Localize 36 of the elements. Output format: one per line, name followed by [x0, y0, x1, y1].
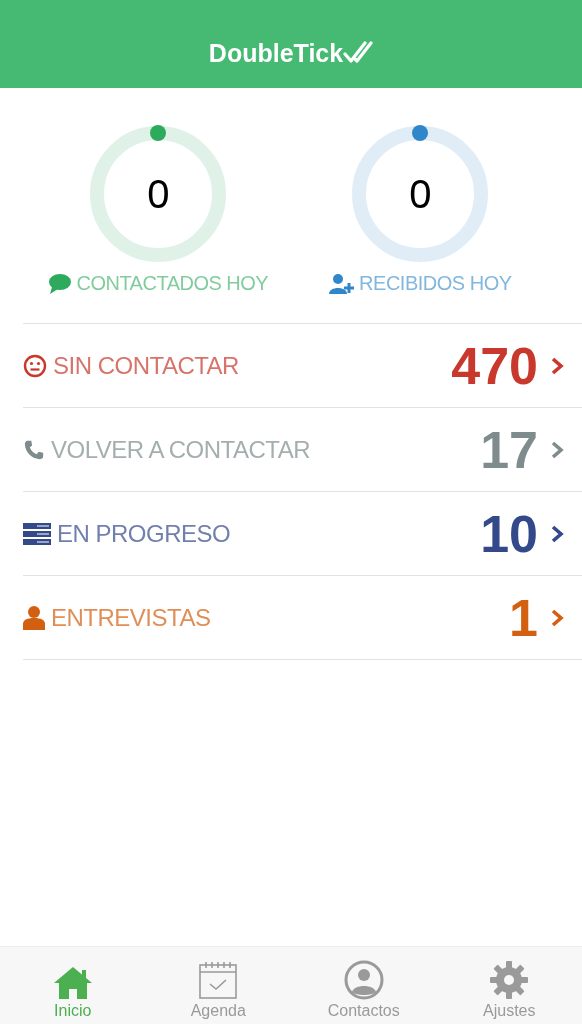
chat-bubble-icon: [48, 272, 73, 295]
row-label: VOLVER A CONTACTAR: [51, 435, 312, 464]
calendar-icon: [198, 960, 239, 1000]
phone-icon: [23, 438, 45, 461]
gauge-label: RECIBIDOS HOY: [359, 272, 512, 295]
app-title: DoubleTick: [208, 38, 344, 68]
gauge-label: CONTACTADOS HOY: [76, 272, 269, 295]
tab-item[interactable]: Ajustes: [436, 947, 582, 1024]
double-check-icon: [343, 41, 374, 65]
status-row[interactable]: ENTREVISTAS 1: [23, 576, 582, 660]
row-label: EN PROGRESO: [57, 519, 232, 548]
add-user-icon: [329, 272, 356, 295]
tab-item[interactable]: Contactos: [291, 947, 437, 1024]
tab-item[interactable]: Inicio: [0, 947, 146, 1024]
chevron-right-icon: [550, 523, 564, 544]
status-row[interactable]: SIN CONTACTAR 470: [23, 324, 582, 408]
chevron-right-icon: [550, 607, 564, 628]
chevron-right-icon: [550, 355, 564, 376]
server-list-icon: [23, 522, 51, 545]
home-icon: [52, 966, 93, 1000]
chevron-right-icon: [550, 439, 564, 460]
neutral-face-icon: [23, 353, 47, 378]
row-count: 470: [451, 335, 538, 396]
row-count: 17: [480, 419, 538, 480]
row-count: 1: [509, 587, 538, 648]
user-circle-icon: [343, 960, 384, 1000]
row-label: ENTREVISTAS: [51, 603, 212, 632]
row-count: 10: [480, 503, 538, 564]
settings-icon: [489, 960, 530, 1000]
status-row[interactable]: EN PROGRESO 10: [23, 492, 582, 576]
gauge-value: 0: [409, 171, 432, 217]
status-row[interactable]: VOLVER A CONTACTAR 17: [23, 408, 582, 492]
person-icon: [23, 605, 45, 630]
tab-item[interactable]: Agenda: [145, 947, 291, 1024]
gauge-value: 0: [147, 171, 170, 217]
row-label: SIN CONTACTAR: [53, 351, 240, 380]
